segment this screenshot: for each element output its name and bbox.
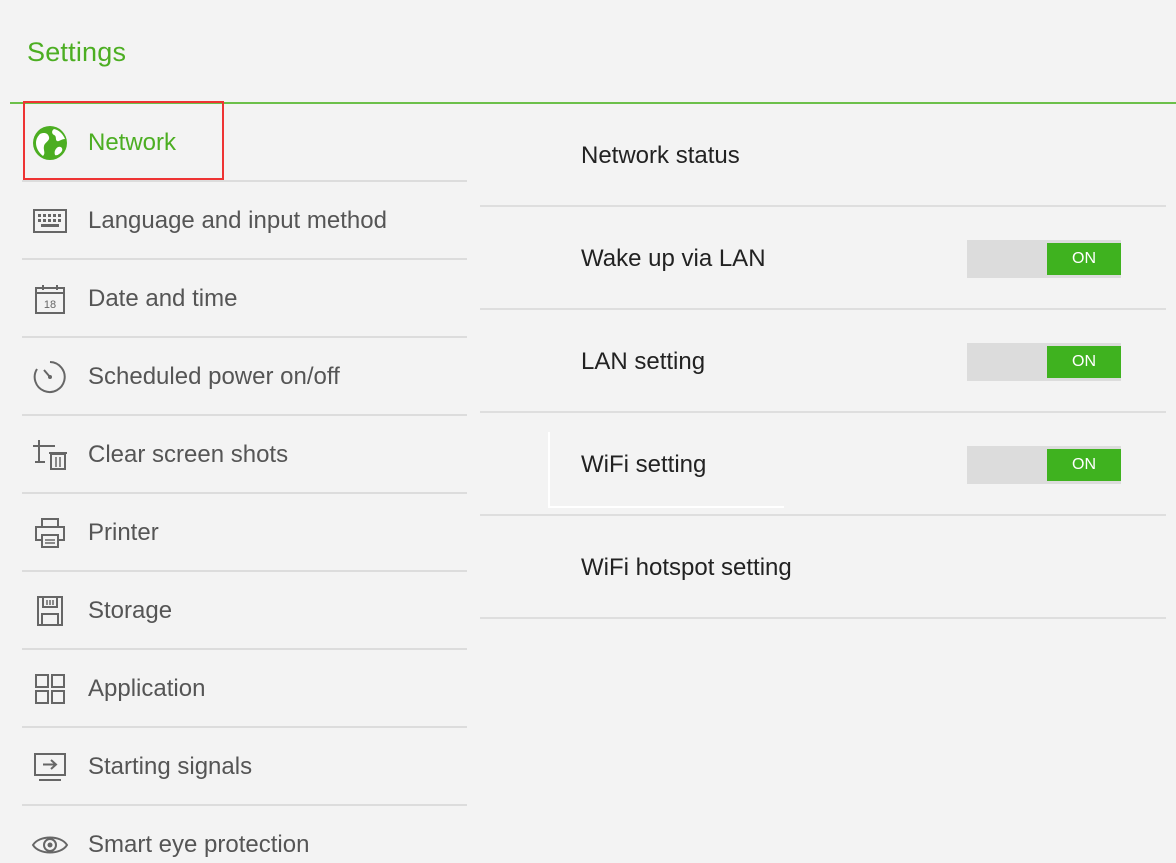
row-label: Wake up via LAN <box>581 245 766 272</box>
lan-setting-toggle[interactable]: ON <box>967 343 1121 381</box>
lan-setting-row[interactable]: LAN setting ON <box>480 310 1166 413</box>
sidebar-item-label: Clear screen shots <box>88 441 289 468</box>
sidebar-item-clear-screenshots[interactable]: Clear screen shots <box>22 416 467 494</box>
network-settings-panel: Network status Wake up via LAN ON LAN se… <box>480 104 1176 863</box>
sidebar-item-starting-signals[interactable]: Starting signals <box>22 728 467 806</box>
row-label: Network status <box>581 142 740 169</box>
sidebar-item-label: Scheduled power on/off <box>88 363 340 390</box>
toggle-state: ON <box>1047 346 1121 378</box>
toggle-state: ON <box>1047 243 1121 275</box>
sidebar-item-eye-protection[interactable]: Smart eye protection <box>22 806 467 863</box>
sidebar: Network Language and input method 18 Dat… <box>0 104 470 863</box>
wake-on-lan-toggle[interactable]: ON <box>967 240 1121 278</box>
sidebar-item-application[interactable]: Application <box>22 650 467 728</box>
sidebar-item-label: Date and time <box>88 285 238 312</box>
sidebar-item-label: Storage <box>88 597 173 624</box>
sidebar-item-printer[interactable]: Printer <box>22 494 467 572</box>
divider <box>480 617 1166 619</box>
wake-on-lan-row[interactable]: Wake up via LAN ON <box>480 207 1166 310</box>
printer-icon <box>30 513 70 553</box>
calendar-icon: 18 <box>30 279 70 319</box>
sidebar-item-storage[interactable]: Storage <box>22 572 467 650</box>
sidebar-item-label: Language and input method <box>88 207 387 234</box>
page-title: Settings <box>27 37 127 67</box>
row-label: LAN setting <box>581 348 706 375</box>
sidebar-item-label: Smart eye protection <box>88 831 310 858</box>
wifi-hotspot-row[interactable]: WiFi hotspot setting <box>480 516 1166 619</box>
timer-icon <box>30 357 70 397</box>
network-status-row[interactable]: Network status <box>480 104 1166 207</box>
svg-text:18: 18 <box>44 299 56 311</box>
header: Settings <box>0 0 1176 104</box>
sidebar-item-label: Starting signals <box>88 753 253 780</box>
wifi-setting-row[interactable]: WiFi setting ON <box>480 413 1166 516</box>
keyboard-icon <box>30 201 70 241</box>
clear-screenshot-icon <box>30 435 70 475</box>
sidebar-item-label: Application <box>88 675 206 702</box>
storage-icon <box>30 591 70 631</box>
sidebar-item-scheduled-power[interactable]: Scheduled power on/off <box>22 338 467 416</box>
sidebar-item-label: Printer <box>88 519 159 546</box>
row-label: WiFi hotspot setting <box>581 554 792 581</box>
grid-icon <box>30 669 70 709</box>
sidebar-item-network[interactable]: Network <box>22 104 467 182</box>
row-label: WiFi setting <box>581 451 707 478</box>
toggle-state: ON <box>1047 449 1121 481</box>
input-signal-icon <box>30 747 70 787</box>
settings-screen: Settings Network Language and input meth… <box>0 0 1176 863</box>
sidebar-item-label: Network <box>88 129 177 156</box>
globe-icon <box>30 123 70 163</box>
eye-icon <box>30 825 70 863</box>
wifi-setting-toggle[interactable]: ON <box>967 446 1121 484</box>
sidebar-item-language[interactable]: Language and input method <box>22 182 467 260</box>
sidebar-item-date-time[interactable]: 18 Date and time <box>22 260 467 338</box>
